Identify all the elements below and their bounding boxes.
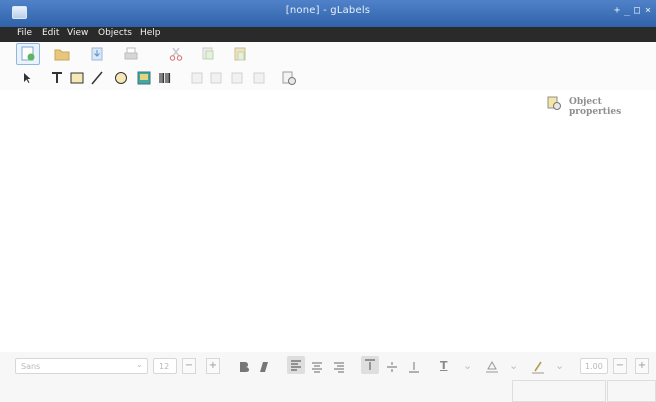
line-width-input[interactable]: 1.00 — [580, 358, 608, 374]
object-properties-label: Object properties — [569, 97, 622, 117]
text-color-dropdown-icon[interactable]: ⌄ — [463, 359, 472, 372]
line-width-plus-button[interactable]: + — [635, 358, 649, 374]
align-right-icon — [231, 72, 243, 84]
align-text-right-icon[interactable] — [330, 358, 348, 376]
image-icon — [137, 71, 151, 85]
align-text-left-button[interactable] — [287, 356, 305, 374]
font-size-value: 12 — [159, 362, 170, 371]
copy-icon — [202, 47, 214, 60]
valign-top-button[interactable] — [361, 356, 379, 374]
create-ellipse-button[interactable] — [112, 69, 130, 87]
paste-icon — [234, 47, 246, 61]
arrow-icon — [24, 73, 31, 83]
align-text-left-icon — [291, 360, 301, 371]
cut-icon — [169, 47, 183, 61]
object-properties-header: Object properties — [545, 94, 653, 117]
fill-color-dropdown-icon[interactable]: ⌄ — [509, 359, 518, 372]
save-icon — [91, 47, 103, 61]
align-left-button[interactable] — [188, 69, 206, 87]
merge-properties-icon — [282, 71, 296, 85]
create-text-button[interactable] — [48, 69, 66, 87]
merge-properties-button[interactable] — [280, 69, 298, 87]
align-left-icon — [191, 72, 203, 84]
create-box-button[interactable] — [68, 69, 86, 87]
font-size-plus-button[interactable]: + — [206, 358, 220, 374]
font-family-value: Sans — [21, 362, 41, 371]
line-icon — [91, 71, 103, 85]
box-icon — [70, 72, 84, 84]
text-icon — [52, 72, 62, 83]
drawing-toolbar — [0, 66, 656, 90]
align-center-icon — [210, 72, 222, 84]
copy-button[interactable] — [199, 45, 217, 63]
status-cell-zoom — [512, 380, 606, 402]
menu-objects[interactable]: Objects — [98, 28, 132, 38]
new-icon — [21, 46, 35, 61]
object-properties-icon — [547, 96, 561, 110]
open-icon — [54, 49, 70, 61]
menu-file[interactable]: File — [17, 28, 32, 38]
new-button[interactable] — [16, 43, 40, 65]
valign-top-icon — [365, 359, 375, 370]
select-mode-button[interactable] — [18, 69, 36, 87]
align-right-button[interactable] — [228, 69, 246, 87]
valign-bottom-icon[interactable] — [405, 358, 423, 376]
chevron-down-icon: ⌄ — [136, 360, 143, 369]
align-text-center-icon[interactable] — [308, 358, 326, 376]
window-maximize-button[interactable]: □ — [634, 5, 640, 16]
font-size-input[interactable]: 12 — [153, 358, 177, 374]
window-close-button[interactable]: × — [645, 5, 651, 16]
window-titlebar: [none] - gLabels + _ □ × — [0, 0, 656, 27]
text-color-icon[interactable]: T — [440, 359, 448, 372]
main-toolbar — [0, 42, 656, 66]
menu-help[interactable]: Help — [140, 28, 161, 38]
cut-button[interactable] — [167, 45, 185, 63]
align-top-icon — [253, 72, 265, 84]
save-button[interactable] — [88, 45, 106, 63]
font-family-combo[interactable]: Sans ⌄ — [15, 358, 148, 374]
line-color-icon[interactable] — [530, 359, 546, 375]
print-icon — [124, 47, 138, 60]
valign-middle-icon[interactable] — [383, 358, 401, 376]
italic-icon[interactable] — [257, 360, 271, 374]
menu-view[interactable]: View — [67, 28, 88, 38]
align-center-button[interactable] — [207, 69, 225, 87]
create-image-button[interactable] — [135, 69, 153, 87]
align-top-button[interactable] — [250, 69, 268, 87]
create-barcode-button[interactable] — [156, 69, 174, 87]
status-cell-cursor — [607, 380, 656, 402]
print-button[interactable] — [122, 45, 140, 63]
paste-button[interactable] — [231, 45, 249, 63]
fill-color-icon[interactable] — [484, 359, 500, 375]
font-size-minus-button[interactable]: − — [182, 358, 196, 374]
menu-edit[interactable]: Edit — [42, 28, 59, 38]
bold-icon[interactable] — [237, 360, 251, 374]
window-minimize-button[interactable]: _ — [624, 5, 630, 16]
window-title: [none] - gLabels — [285, 5, 371, 16]
barcode-icon — [159, 73, 171, 83]
line-width-value: 1.00 — [585, 362, 603, 371]
menubar: File Edit View Objects Help — [0, 27, 656, 42]
line-width-minus-button[interactable]: − — [613, 358, 627, 374]
open-button[interactable] — [53, 45, 71, 63]
ellipse-icon — [115, 72, 127, 84]
line-color-dropdown-icon[interactable]: ⌄ — [555, 359, 564, 372]
window-extra-button[interactable]: + — [614, 5, 620, 16]
label-canvas[interactable] — [0, 90, 656, 352]
create-line-button[interactable] — [88, 69, 106, 87]
